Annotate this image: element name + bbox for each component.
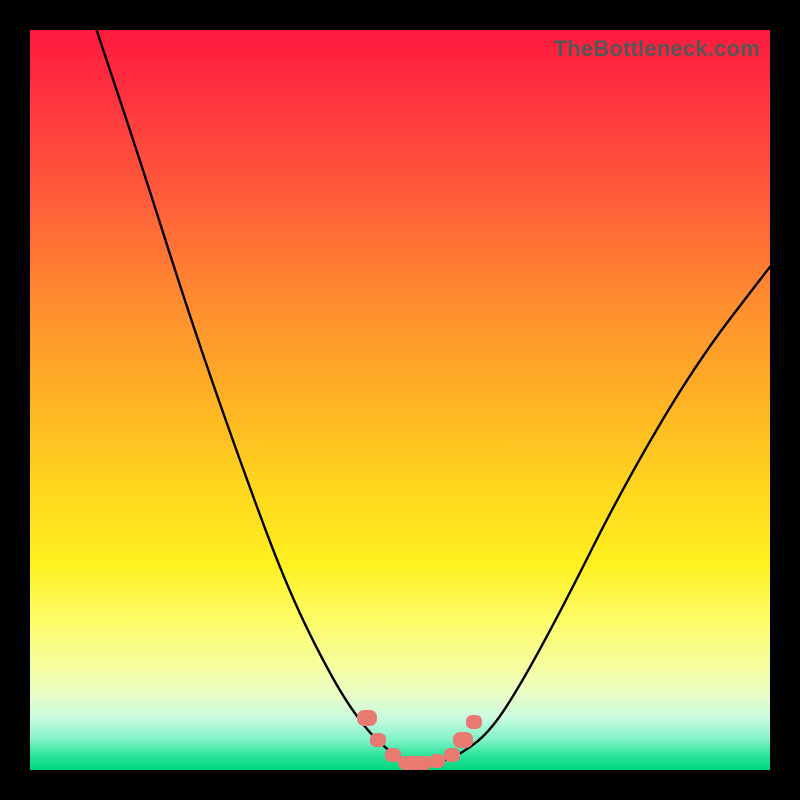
- data-marker: [370, 733, 386, 747]
- chart-frame: TheBottleneck.com: [0, 0, 800, 800]
- data-marker: [429, 754, 445, 768]
- data-marker: [398, 756, 432, 770]
- data-marker: [466, 715, 482, 729]
- data-marker: [453, 732, 473, 748]
- plot-area: TheBottleneck.com: [30, 30, 770, 770]
- data-marker: [357, 710, 377, 726]
- marker-layer: [30, 30, 770, 770]
- data-marker: [444, 748, 460, 762]
